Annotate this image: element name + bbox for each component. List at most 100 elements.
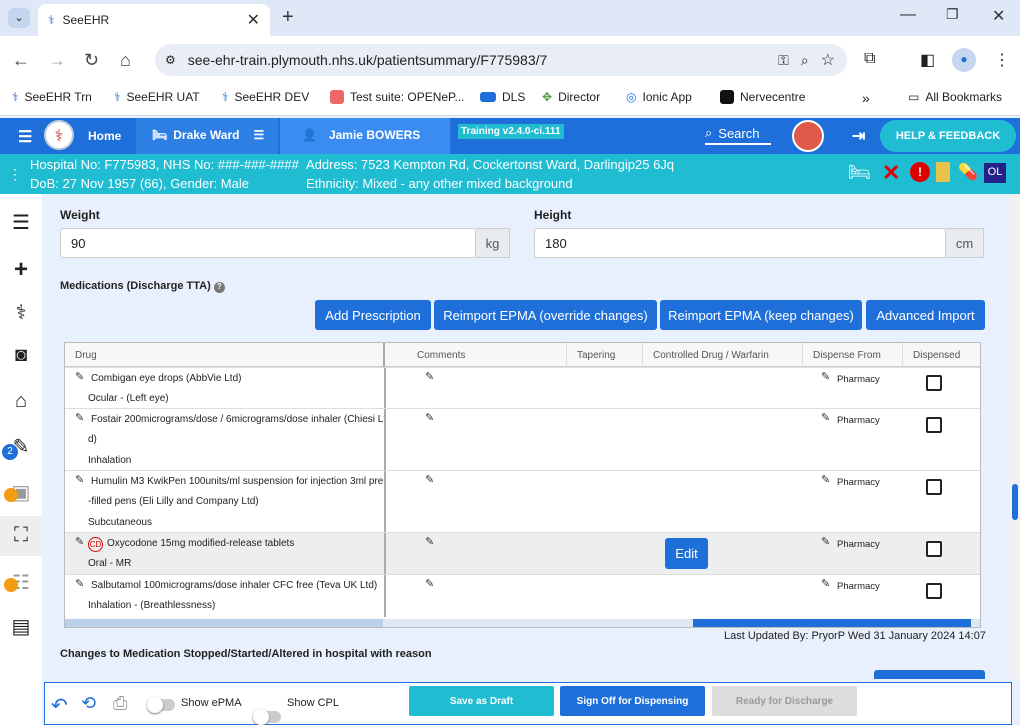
forward-icon[interactable]: → <box>48 50 66 71</box>
edit-comment-icon[interactable]: ✎ <box>425 370 434 383</box>
clipboard-icon[interactable] <box>936 162 950 182</box>
vertical-scrollbar[interactable] <box>1010 194 1020 679</box>
bookmark-dls[interactable]: DLS <box>480 90 525 104</box>
all-bookmarks[interactable]: ▭ All Bookmarks <box>908 90 1002 104</box>
bookmark-seeehr-dev[interactable]: ⚕ SeeEHR DEV <box>222 90 309 104</box>
dispensed-checkbox[interactable] <box>926 417 942 433</box>
dispensed-checkbox[interactable] <box>926 541 942 557</box>
sign-off-button[interactable]: Sign Off for Dispensing <box>560 686 705 716</box>
add-prescription-button[interactable]: Add Prescription <box>315 300 431 330</box>
url-text: see-ehr-train.plymouth.nhs.uk/patientsum… <box>187 52 548 68</box>
medications-table: Drug Comments Tapering Controlled Drug /… <box>64 342 981 628</box>
edit-controlled-button[interactable]: Edit <box>665 538 708 569</box>
reimport-override-button[interactable]: Reimport EPMA (override changes) <box>434 300 657 330</box>
restore-icon[interactable]: ❐ <box>946 6 959 23</box>
bookmark-label: Nervecentre <box>740 90 806 104</box>
edit-comment-icon[interactable]: ✎ <box>425 473 434 486</box>
extensions-icon[interactable]: ⧉ <box>864 50 875 68</box>
history-icon[interactable]: ⟲ <box>81 693 96 714</box>
back-icon[interactable]: ← <box>12 50 30 71</box>
bookmark-nervecentre[interactable]: Nervecentre <box>720 90 805 104</box>
ward-link[interactable]: 🛏 Drake Ward ☰ <box>152 128 264 142</box>
ready-discharge-button[interactable]: Ready for Discharge <box>712 686 857 716</box>
logout-icon[interactable]: ⇥ <box>852 126 865 146</box>
edit-drug-icon[interactable]: ✎ <box>75 577 84 590</box>
bookmark-test-suite[interactable]: Test suite: OPENeP... <box>330 90 465 104</box>
edit-drug-icon[interactable]: ✎ <box>75 473 84 486</box>
scrollbar-thumb[interactable] <box>1012 484 1018 520</box>
bookmark-seeehr-trn[interactable]: ⚕ SeeEHR Trn <box>12 90 92 104</box>
bookmark-seeehr-uat[interactable]: ⚕ SeeEHR UAT <box>114 90 200 104</box>
discharge-walk-icon[interactable]: ⛶ <box>8 524 34 550</box>
menu-icon[interactable]: ⋮ <box>994 50 1010 70</box>
scrollbar-left-thumb[interactable] <box>65 619 383 627</box>
close-icon[interactable]: ✕ <box>247 10 260 30</box>
drug-route: Inhalation <box>88 455 132 466</box>
pill-icon[interactable]: 💊 <box>958 162 978 182</box>
browser-tab[interactable]: ⚕ SeeEHR ✕ <box>38 4 270 36</box>
alert-icon[interactable]: ! <box>910 162 930 182</box>
site-info-icon[interactable]: ⚙ <box>165 53 176 67</box>
edit-dispense-icon[interactable]: ✎ <box>821 577 830 590</box>
help-icon[interactable]: ? <box>213 282 225 293</box>
weight-input[interactable]: 90 <box>60 228 476 258</box>
browser-tab-strip: ⌄ ⚕ SeeEHR ✕ + — ❐ ✕ <box>0 0 1020 36</box>
edit-dispense-icon[interactable]: ✎ <box>821 370 830 383</box>
home-icon[interactable]: ⌂ <box>120 50 131 71</box>
edit-comment-icon[interactable]: ✎ <box>425 535 434 548</box>
bookmark-director[interactable]: ✥ Director <box>542 90 600 104</box>
dispensed-checkbox[interactable] <box>926 479 942 495</box>
sidepanel-icon[interactable]: ◧ <box>920 50 935 70</box>
edit-dispense-icon[interactable]: ✎ <box>821 473 830 486</box>
patient-link[interactable]: 👤 Jamie BOWERS <box>302 128 420 142</box>
hamburger-icon[interactable]: ☰ <box>18 127 32 147</box>
edit-drug-icon[interactable]: ✎ <box>75 411 84 424</box>
new-tab-icon[interactable]: + <box>282 6 294 29</box>
edit-dispense-icon[interactable]: ✎ <box>821 535 830 548</box>
plus-icon[interactable]: + <box>8 256 34 283</box>
house-medical-icon[interactable]: ⌂ <box>8 390 34 416</box>
user-avatar[interactable] <box>792 120 824 152</box>
patient-ethnicity: Ethnicity: Mixed - any other mixed backg… <box>306 176 573 191</box>
print-icon[interactable]: ⎙ <box>113 693 127 714</box>
window-close-icon[interactable]: ✕ <box>992 6 1005 26</box>
ol-badge[interactable]: OL <box>984 163 1006 183</box>
home-link[interactable]: Home <box>88 129 121 143</box>
zoom-icon[interactable]: ⌕ <box>801 52 809 69</box>
edit-comment-icon[interactable]: ✎ <box>425 577 434 590</box>
edit-comment-icon[interactable]: ✎ <box>425 411 434 424</box>
list-icon[interactable]: ☰ <box>8 210 34 236</box>
minimize-icon[interactable]: — <box>900 6 916 24</box>
app-logo[interactable]: ⚕ <box>44 120 74 150</box>
reload-icon[interactable]: ↻ <box>84 50 99 71</box>
address-bar[interactable]: ⚙ see-ehr-train.plymouth.nhs.uk/patients… <box>155 44 847 76</box>
help-feedback-button[interactable]: HELP & FEEDBACK <box>880 120 1016 152</box>
epma-toggle[interactable] <box>147 697 175 713</box>
advanced-import-button[interactable]: Advanced Import <box>866 300 985 330</box>
camera-icon[interactable]: ◙ <box>8 344 34 370</box>
allergy-x-icon[interactable]: ✕ <box>882 160 900 186</box>
reimport-keep-button[interactable]: Reimport EPMA (keep changes) <box>660 300 862 330</box>
cpl-toggle[interactable] <box>253 709 281 725</box>
dispensed-checkbox[interactable] <box>926 375 942 391</box>
edit-drug-icon[interactable]: ✎ <box>75 535 84 548</box>
scrollbar-thumb[interactable] <box>693 619 971 627</box>
dispensed-checkbox[interactable] <box>926 583 942 599</box>
tab-search-icon[interactable]: ⌄ <box>8 8 30 28</box>
edit-drug-icon[interactable]: ✎ <box>75 370 84 383</box>
height-input[interactable]: 180 <box>534 228 946 258</box>
undo-icon[interactable]: ↶ <box>51 693 68 718</box>
more-bookmarks-icon[interactable]: » <box>862 90 870 106</box>
search-link[interactable]: ⌕ Search <box>705 125 771 145</box>
partial-button[interactable] <box>874 670 985 679</box>
bookmark-star-icon[interactable]: ☆ <box>821 50 835 70</box>
bookmark-ionic[interactable]: ◎ Ionic App <box>626 90 692 104</box>
bed-icon[interactable]: 🛏 <box>848 162 871 183</box>
document-icon[interactable]: ▤ <box>8 614 34 640</box>
key-icon[interactable]: ⚿ <box>778 52 789 69</box>
stethoscope-icon[interactable]: ⚕ <box>8 300 34 326</box>
profile-icon[interactable]: ● <box>952 48 976 72</box>
save-draft-button[interactable]: Save as Draft <box>409 686 554 716</box>
edit-dispense-icon[interactable]: ✎ <box>821 411 830 424</box>
kebab-icon[interactable]: ⋮ <box>8 166 22 183</box>
